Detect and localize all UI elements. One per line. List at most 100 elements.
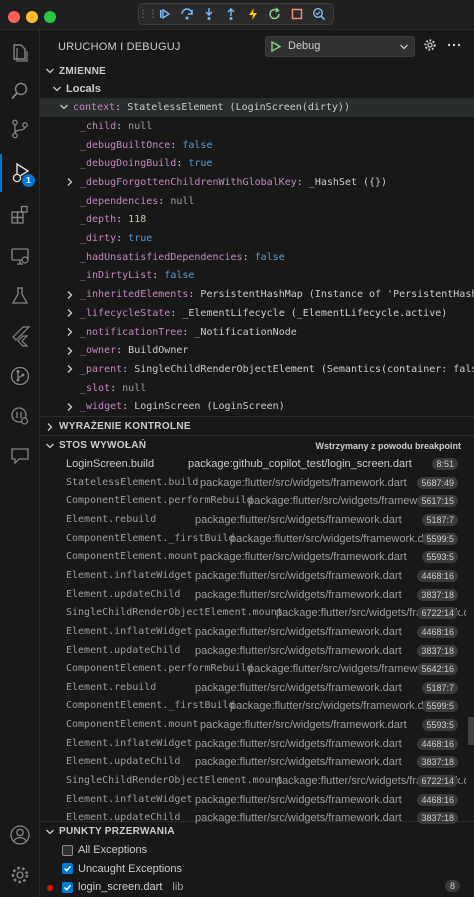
watch-section-header[interactable]: WYRAŻENIE KONTROLNE	[40, 416, 474, 436]
git-graph-icon[interactable]	[0, 357, 40, 395]
variable-name: _slot	[80, 382, 111, 394]
callstack-frame[interactable]: Element.inflateWidget package:flutter/src…	[40, 736, 466, 755]
breakpoint-row[interactable]: login_screen.dart lib 8	[40, 878, 474, 896]
callstack-frame[interactable]: ComponentElement.mount package:flutter/sr…	[40, 717, 466, 736]
callstack-frame[interactable]: ComponentElement._firstBuild package:flut…	[40, 698, 466, 717]
variable-value: LoginScreen (LoginScreen)	[134, 401, 285, 413]
testing-icon[interactable]	[0, 277, 40, 315]
copilot-icon[interactable]	[0, 397, 40, 435]
callstack-frame[interactable]: Element.rebuild package:flutter/src/widge…	[40, 680, 466, 699]
title-bar: ⋮⋮	[0, 0, 474, 30]
callstack-section-header[interactable]: STOS WYWOŁAŃ Wstrzymany z powodu breakpo…	[40, 435, 474, 455]
callstack-frame[interactable]: SingleChildRenderObjectElement.mount pack…	[40, 773, 466, 792]
search-icon[interactable]	[0, 72, 40, 110]
chevron-down-icon	[48, 84, 66, 94]
frame-position: 3837:18	[417, 588, 458, 601]
remote-explorer-icon[interactable]	[0, 237, 40, 275]
start-debugging-icon[interactable]	[271, 40, 282, 55]
variable-value: _ElementLifecycle (_ElementLifecycle.act…	[182, 307, 448, 319]
variable-row[interactable]: _inDirtyList: false	[40, 267, 474, 286]
frame-function: Element.inflateWidget	[66, 569, 193, 581]
frame-function: Element.inflateWidget	[66, 793, 193, 805]
callstack-frame[interactable]: Element.updateChild package:flutter/src/w…	[40, 643, 466, 662]
variable-value: null	[170, 195, 195, 207]
frame-function: ComponentElement._firstBuild	[66, 532, 235, 544]
step-over-icon[interactable]	[176, 4, 197, 24]
frame-position: 5599:5	[422, 532, 458, 545]
inspect-widget-icon[interactable]	[308, 4, 329, 24]
flutter-icon[interactable]	[0, 317, 40, 355]
breakpoint-checkbox[interactable]	[62, 881, 73, 893]
breakpoint-row[interactable]: All Exceptions	[40, 841, 474, 859]
variable-row[interactable]: _debugDoingBuild: true	[40, 154, 474, 173]
stop-icon[interactable]	[286, 4, 307, 24]
continue-icon[interactable]	[154, 4, 175, 24]
callstack-frame[interactable]: ComponentElement.performRebuild package:f…	[40, 661, 466, 680]
callstack-frame[interactable]: ComponentElement.performRebuild package:f…	[40, 493, 466, 512]
account-icon[interactable]	[0, 816, 40, 854]
maximize-window-button[interactable]	[44, 11, 56, 23]
frame-source: package:flutter/src/widgets/framework.da…	[195, 756, 402, 769]
variable-row[interactable]: _slot: null	[40, 379, 474, 398]
callstack-frame[interactable]: ComponentElement._firstBuild package:flut…	[40, 531, 466, 550]
frame-function: Element.updateChild	[66, 812, 181, 824]
frame-function: Element.rebuild	[66, 681, 157, 693]
restart-icon[interactable]	[264, 4, 285, 24]
callstack-frame[interactable]: Element.rebuild package:flutter/src/widge…	[40, 512, 466, 531]
callstack-frame[interactable]: Element.updateChild package:flutter/src/w…	[40, 754, 466, 773]
breakpoint-checkbox[interactable]	[62, 844, 73, 856]
close-window-button[interactable]	[8, 11, 20, 23]
frame-position: 4468:16	[417, 737, 458, 750]
frame-source: package:flutter/src/widgets/framework.da…	[200, 719, 407, 732]
variable-row[interactable]: _owner: BuildOwner	[40, 341, 474, 360]
callstack-frame[interactable]: Element.inflateWidget package:flutter/src…	[40, 568, 466, 587]
variable-row[interactable]: _dependencies: null	[40, 192, 474, 211]
callstack-frame[interactable]: Element.updateChild package:flutter/src/w…	[40, 810, 466, 829]
breakpoint-row[interactable]: Uncaught Exceptions	[40, 860, 474, 878]
settings-gear-icon[interactable]	[423, 38, 437, 55]
step-into-icon[interactable]	[198, 4, 219, 24]
run-debug-icon[interactable]: 1	[0, 154, 40, 192]
more-actions-icon[interactable]	[447, 40, 461, 53]
variable-row[interactable]: _inheritedElements: PersistentHashMap (I…	[40, 285, 474, 304]
callstack-frame[interactable]: SingleChildRenderObjectElement.mount pack…	[40, 605, 466, 624]
variable-value: _NotificationNode	[194, 326, 297, 338]
frame-function: Element.inflateWidget	[66, 625, 193, 637]
variables-section-header[interactable]: ZMIENNE	[40, 61, 474, 81]
breakpoint-label: login_screen.dart	[78, 881, 163, 893]
sidebar-title: URUCHOM I DEBUGUJ	[58, 41, 181, 53]
locals-scope-row[interactable]: Locals	[40, 80, 474, 98]
variable-row[interactable]: _depth: 118	[40, 211, 474, 230]
callstack-scrollbar[interactable]	[468, 717, 474, 745]
chat-icon[interactable]	[0, 437, 40, 475]
variable-row[interactable]: _lifecycleState: _ElementLifecycle (_Ele…	[40, 304, 474, 323]
minimize-window-button[interactable]	[26, 11, 38, 23]
breakpoint-checkbox[interactable]	[62, 863, 73, 874]
callstack-frame[interactable]: LoginScreen.build package:github_copilot_…	[40, 456, 466, 475]
callstack-frame[interactable]: ComponentElement.mount package:flutter/sr…	[40, 549, 466, 568]
callstack-frame[interactable]: StatelessElement.build package:flutter/sr…	[40, 475, 466, 494]
variable-value: true	[188, 158, 213, 170]
explorer-icon[interactable]	[0, 34, 40, 72]
variable-row[interactable]: _widget: LoginScreen (LoginScreen)	[40, 398, 474, 417]
frame-position: 4468:16	[417, 793, 458, 806]
callstack-frame[interactable]: Element.inflateWidget package:flutter/src…	[40, 624, 466, 643]
source-control-icon[interactable]	[0, 110, 40, 148]
launch-config-select[interactable]: Debug	[265, 36, 415, 57]
variable-row[interactable]: _parent: SingleChildRenderObjectElement …	[40, 360, 474, 379]
callstack-frame[interactable]: Element.inflateWidget package:flutter/src…	[40, 792, 466, 811]
variable-row[interactable]: _debugForgottenChildrenWithGlobalKey: _H…	[40, 173, 474, 192]
variable-row[interactable]: _child: null	[40, 117, 474, 136]
hot-reload-icon[interactable]	[242, 4, 263, 24]
step-out-icon[interactable]	[220, 4, 241, 24]
variable-row[interactable]: _notificationTree: _NotificationNode	[40, 323, 474, 342]
context-variable-row[interactable]: context: StatelessElement (LoginScreen(d…	[40, 98, 474, 117]
grip-icon[interactable]: ⋮⋮	[138, 9, 158, 20]
extensions-icon[interactable]	[0, 196, 40, 234]
manage-gear-icon[interactable]	[0, 856, 40, 894]
variable-value: false	[164, 270, 195, 282]
variable-row[interactable]: _hadUnsatisfiedDependencies: false	[40, 248, 474, 267]
variable-row[interactable]: _debugBuiltOnce: false	[40, 136, 474, 155]
callstack-frame[interactable]: Element.updateChild package:flutter/src/w…	[40, 587, 466, 606]
variable-row[interactable]: _dirty: true	[40, 229, 474, 248]
